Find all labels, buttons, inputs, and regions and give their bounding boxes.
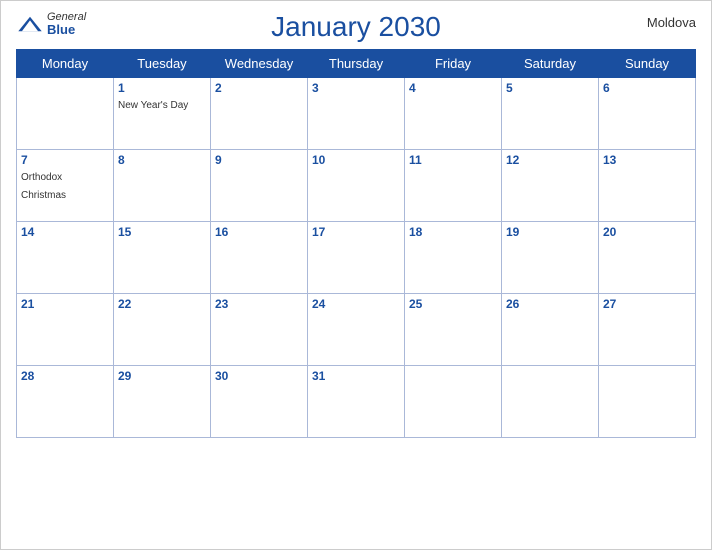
day-number: 9 xyxy=(215,153,303,167)
day-cell-w2-d1: 7 Orthodox Christmas xyxy=(17,150,114,222)
day-cell-w1-d2: 1 New Year's Day xyxy=(114,78,211,150)
day-cell-w5-d4: 31 xyxy=(308,366,405,438)
day-cell-w4-d6: 26 xyxy=(502,294,599,366)
day-cell-w2-d3: 9 xyxy=(211,150,308,222)
day-number: 5 xyxy=(506,81,594,95)
day-cell-w4-d7: 27 xyxy=(599,294,696,366)
day-cell-w3-d4: 17 xyxy=(308,222,405,294)
event-label: Orthodox Christmas xyxy=(21,172,66,201)
day-cell-w2-d4: 10 xyxy=(308,150,405,222)
week-row-2: 7 Orthodox Christmas 89 10 11 12 13 xyxy=(17,150,696,222)
day-number: 14 xyxy=(21,225,109,239)
day-number: 22 xyxy=(118,297,206,311)
day-cell-w1-d4: 3 xyxy=(308,78,405,150)
day-number: 26 xyxy=(506,297,594,311)
day-number: 6 xyxy=(603,81,691,95)
day-cell-w3-d2: 15 xyxy=(114,222,211,294)
day-cell-w2-d6: 12 xyxy=(502,150,599,222)
day-number: 13 xyxy=(603,153,691,167)
day-number: 21 xyxy=(21,297,109,311)
day-number: 29 xyxy=(118,369,206,383)
day-cell-w3-d3: 16 xyxy=(211,222,308,294)
calendar-container: General Blue January 2030 Moldova Monday… xyxy=(0,0,712,550)
day-number: 31 xyxy=(312,369,400,383)
day-cell-w2-d5: 11 xyxy=(405,150,502,222)
day-number: 18 xyxy=(409,225,497,239)
header-thursday: Thursday xyxy=(308,50,405,78)
header-friday: Friday xyxy=(405,50,502,78)
day-cell-w5-d3: 30 xyxy=(211,366,308,438)
day-number: 7 xyxy=(21,153,109,167)
day-number: 17 xyxy=(312,225,400,239)
day-cell-w5-d7 xyxy=(599,366,696,438)
header-wednesday: Wednesday xyxy=(211,50,308,78)
day-cell-w5-d5 xyxy=(405,366,502,438)
country-label: Moldova xyxy=(647,15,696,30)
day-number: 3 xyxy=(312,81,400,95)
day-cell-w2-d7: 13 xyxy=(599,150,696,222)
logo-icon xyxy=(16,15,44,33)
day-cell-w3-d1: 14 xyxy=(17,222,114,294)
header-monday: Monday xyxy=(17,50,114,78)
day-cell-w1-d5: 4 xyxy=(405,78,502,150)
day-number: 30 xyxy=(215,369,303,383)
calendar-title: January 2030 xyxy=(271,11,441,43)
calendar-header: General Blue January 2030 Moldova xyxy=(16,11,696,43)
day-number: 28 xyxy=(21,369,109,383)
day-cell-w4-d3: 23 xyxy=(211,294,308,366)
day-cell-w1-d1 xyxy=(17,78,114,150)
week-row-4: 21 22 23 24 25 26 27 xyxy=(17,294,696,366)
day-cell-w3-d5: 18 xyxy=(405,222,502,294)
logo-blue: Blue xyxy=(47,23,86,37)
day-number: 20 xyxy=(603,225,691,239)
day-cell-w2-d2: 8 xyxy=(114,150,211,222)
day-number: 27 xyxy=(603,297,691,311)
day-cell-w5-d6 xyxy=(502,366,599,438)
weekday-header-row: Monday Tuesday Wednesday Thursday Friday… xyxy=(17,50,696,78)
day-cell-w1-d3: 2 xyxy=(211,78,308,150)
header-saturday: Saturday xyxy=(502,50,599,78)
calendar-grid: Monday Tuesday Wednesday Thursday Friday… xyxy=(16,49,696,438)
day-number: 11 xyxy=(409,153,497,167)
day-cell-w4-d1: 21 xyxy=(17,294,114,366)
calendar-body: 1New Year's Day234567Orthodox Christmas8… xyxy=(17,78,696,438)
day-cell-w4-d5: 25 xyxy=(405,294,502,366)
day-number: 8 xyxy=(118,153,206,167)
day-cell-w4-d2: 22 xyxy=(114,294,211,366)
day-cell-w5-d1: 28 xyxy=(17,366,114,438)
day-number: 4 xyxy=(409,81,497,95)
day-number: 1 xyxy=(118,81,206,95)
day-cell-w1-d6: 5 xyxy=(502,78,599,150)
day-number: 19 xyxy=(506,225,594,239)
day-cell-w1-d7: 6 xyxy=(599,78,696,150)
day-number: 16 xyxy=(215,225,303,239)
header-tuesday: Tuesday xyxy=(114,50,211,78)
day-number: 2 xyxy=(215,81,303,95)
day-number: 23 xyxy=(215,297,303,311)
day-number: 25 xyxy=(409,297,497,311)
week-row-5: 28 29 30 31 xyxy=(17,366,696,438)
day-cell-w3-d6: 19 xyxy=(502,222,599,294)
day-number: 12 xyxy=(506,153,594,167)
event-label: New Year's Day xyxy=(118,100,188,111)
day-cell-w5-d2: 29 xyxy=(114,366,211,438)
day-number: 24 xyxy=(312,297,400,311)
week-row-1: 1 New Year's Day 23456 xyxy=(17,78,696,150)
day-cell-w3-d7: 20 xyxy=(599,222,696,294)
day-cell-w4-d4: 24 xyxy=(308,294,405,366)
logo: General Blue xyxy=(16,11,86,37)
day-number: 10 xyxy=(312,153,400,167)
header-sunday: Sunday xyxy=(599,50,696,78)
week-row-3: 14 15 16 17 18 19 20 xyxy=(17,222,696,294)
day-number: 15 xyxy=(118,225,206,239)
